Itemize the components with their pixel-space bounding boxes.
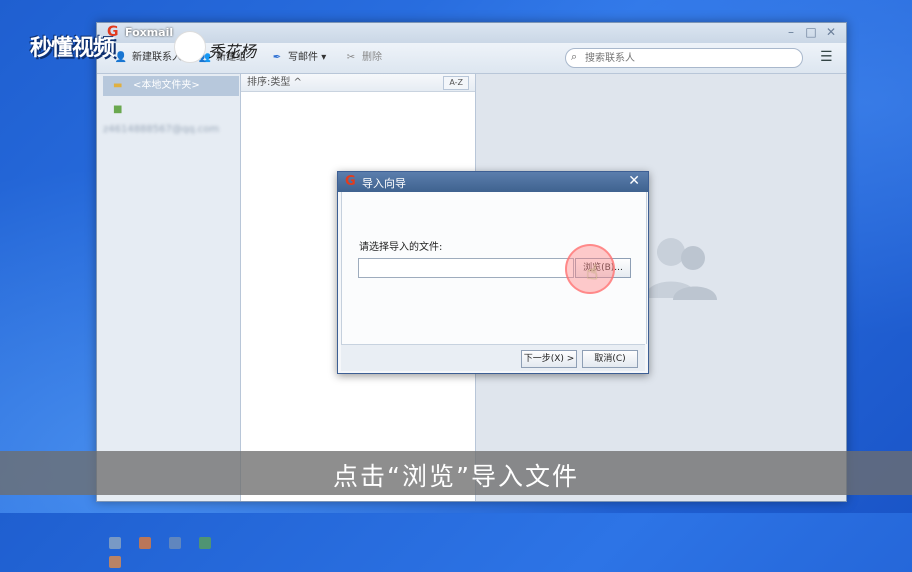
sort-by-type[interactable]: 排序:类型 ^ bbox=[247, 74, 302, 91]
dialog-footer: 下一步(X) > 取消(C) bbox=[341, 344, 645, 371]
add-contact-icon: 👤 bbox=[114, 52, 128, 63]
folder-icon: ▬ bbox=[113, 80, 123, 91]
compose-button[interactable]: ✒ 写邮件 ▾ bbox=[269, 49, 326, 67]
sort-order-button[interactable]: A-Z bbox=[443, 76, 469, 90]
menu-icon[interactable]: ☰ bbox=[820, 49, 833, 65]
search-contacts-input[interactable] bbox=[583, 50, 797, 66]
delete-button[interactable]: ✂ 删除 bbox=[343, 49, 382, 67]
signature-watermark: 秀花杨 bbox=[208, 42, 257, 61]
notes-icon[interactable] bbox=[199, 537, 212, 549]
file-prompt-label: 请选择导入的文件: bbox=[359, 242, 443, 253]
caption-text: 点击“浏览”导入文件 bbox=[333, 462, 579, 491]
cancel-button[interactable]: 取消(C) bbox=[582, 350, 638, 368]
app-title: Foxmail bbox=[125, 26, 174, 39]
list-header: 排序:类型 ^ A-Z bbox=[241, 74, 475, 92]
folder-item-account[interactable]: ■z4614888567@qq.com bbox=[103, 100, 239, 135]
contacts-icon[interactable] bbox=[139, 537, 152, 549]
contacts-placeholder-icon bbox=[645, 238, 717, 300]
minimize-button[interactable]: – bbox=[783, 25, 799, 39]
dialog-titlebar: G 导入向导 ✕ bbox=[338, 172, 648, 192]
feather-pen-icon: ✒ bbox=[272, 52, 282, 63]
account-icon: ■ bbox=[113, 104, 123, 115]
new-contact-button[interactable]: 👤 新建联系人 bbox=[113, 49, 182, 67]
hand-cursor-icon: ☝ bbox=[586, 260, 599, 284]
status-bar-icons bbox=[109, 534, 240, 572]
foxmail-logo-icon: G bbox=[345, 174, 356, 189]
folder-pane: ▬ <本地文件夹> ■z4614888567@qq.com bbox=[97, 74, 241, 568]
dialog-close-button[interactable]: ✕ bbox=[628, 173, 640, 189]
maximize-button[interactable]: □ bbox=[803, 25, 819, 39]
calendar-icon[interactable] bbox=[169, 537, 182, 549]
caption-band: 点击“浏览”导入文件 bbox=[0, 451, 912, 495]
search-contacts-box[interactable]: ⌕ bbox=[565, 48, 803, 68]
brand-watermark: 秒懂视频 bbox=[30, 36, 115, 61]
close-window-button[interactable]: ✕ bbox=[823, 25, 839, 39]
feeds-icon[interactable] bbox=[109, 556, 121, 568]
delete-icon: ✂ bbox=[346, 52, 356, 63]
mail-icon[interactable] bbox=[109, 537, 121, 549]
next-button[interactable]: 下一步(X) > bbox=[521, 350, 577, 368]
import-file-input[interactable] bbox=[358, 258, 574, 278]
dialog-title: 导入向导 bbox=[362, 177, 406, 190]
search-icon: ⌕ bbox=[571, 50, 578, 63]
folder-item-local[interactable]: ▬ <本地文件夹> bbox=[103, 76, 239, 96]
seal-icon bbox=[174, 31, 206, 63]
chevron-down-icon: ▾ bbox=[321, 52, 327, 63]
